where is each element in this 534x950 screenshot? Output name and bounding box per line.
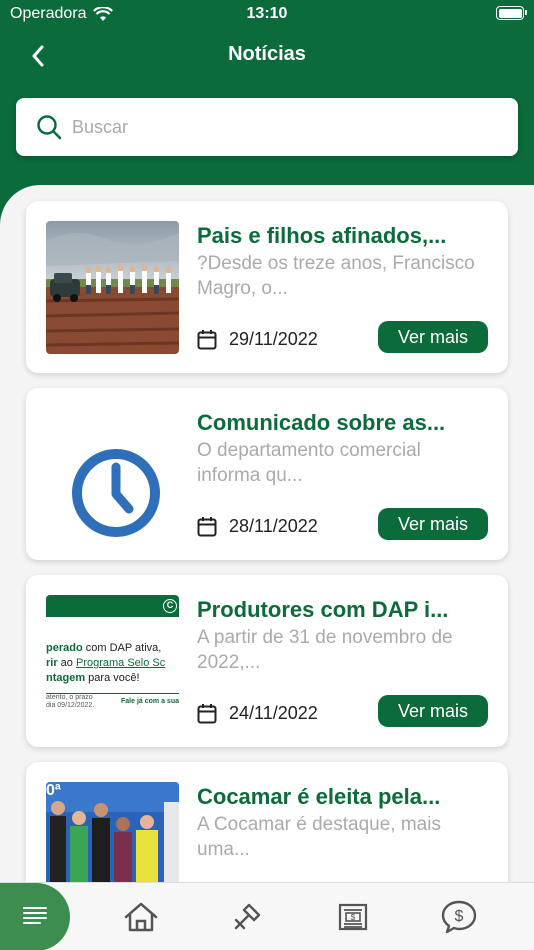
tab-bar: $ $: [0, 882, 534, 950]
tab-home[interactable]: [106, 883, 176, 950]
news-date-text: 28/11/2022: [229, 516, 318, 536]
promo-banner-text: perado com DAP ativa, rir ao Programa Se…: [46, 642, 166, 684]
promo-footer: atento, o prazo dia 09/12/2022. Fale já …: [46, 693, 179, 709]
money-chat-icon: $: [441, 900, 477, 934]
news-thumbnail: 0ª: [46, 782, 179, 885]
news-thumbnail: [46, 221, 179, 354]
news-list: Pais e filhos afinados,... ?Desde os tre…: [0, 185, 534, 885]
battery-icon: [496, 6, 527, 20]
news-list-icon: [23, 907, 47, 924]
news-card[interactable]: Comunicado sobre as... O departamento co…: [26, 388, 508, 560]
status-time: 13:10: [246, 5, 288, 22]
news-date: 29/11/2022: [197, 329, 318, 350]
news-excerpt: ?Desde os treze anos, Francisco Magro, o…: [197, 253, 475, 299]
news-thumbnail: C perado com DAP ativa, rir ao Programa …: [46, 595, 179, 728]
news-title: Pais e filhos afinados,...: [197, 223, 447, 248]
page-title: Notícias: [228, 43, 306, 65]
clock-icon: [72, 449, 160, 537]
news-excerpt: A partir de 31 de novembro de 2022,...: [197, 627, 453, 673]
tab-support[interactable]: $: [424, 883, 494, 950]
news-card[interactable]: 0ª Cocamar é eleita pela... A Cocamar é …: [26, 762, 508, 885]
tools-icon: [234, 903, 261, 930]
news-date-text: 29/11/2022: [229, 329, 318, 349]
search-icon: [37, 115, 62, 140]
news-title: Comunicado sobre as...: [197, 410, 446, 435]
calendar-icon: [197, 704, 217, 724]
navigation-bar: Notícias: [0, 36, 534, 72]
news-thumbnail: [46, 408, 179, 541]
tab-tools[interactable]: [212, 883, 282, 950]
promo-logo: C: [163, 599, 177, 613]
svg-text:$: $: [455, 908, 464, 925]
search-bar[interactable]: [16, 98, 518, 156]
svg-text:$: $: [351, 913, 356, 922]
news-excerpt: O departamento comercial informa qu...: [197, 440, 421, 486]
more-button[interactable]: Ver mais: [378, 695, 488, 727]
news-date-text: 24/11/2022: [229, 703, 318, 723]
news-title: Produtores com DAP i...: [197, 597, 449, 622]
more-button[interactable]: Ver mais: [378, 321, 488, 353]
tab-news[interactable]: [0, 883, 70, 950]
promo-banner-top: C: [46, 595, 179, 617]
more-button[interactable]: Ver mais: [378, 508, 488, 540]
calendar-icon: [197, 517, 217, 537]
news-title: Cocamar é eleita pela...: [197, 784, 441, 809]
news-date: 24/11/2022: [197, 703, 318, 724]
news-date: 28/11/2022: [197, 516, 318, 537]
home-icon: [124, 902, 158, 932]
search-input[interactable]: [72, 116, 492, 138]
newspaper-icon: $: [338, 903, 368, 931]
news-excerpt: A Cocamar é destaque, mais uma...: [197, 814, 441, 860]
news-card[interactable]: Pais e filhos afinados,... ?Desde os tre…: [26, 201, 508, 373]
calendar-icon: [197, 330, 217, 350]
news-card[interactable]: C perado com DAP ativa, rir ao Programa …: [26, 575, 508, 747]
tab-finance[interactable]: $: [318, 883, 388, 950]
status-bar: Operadora 13:10: [0, 0, 534, 30]
thumbnail-corner-text: 0ª: [46, 782, 61, 799]
